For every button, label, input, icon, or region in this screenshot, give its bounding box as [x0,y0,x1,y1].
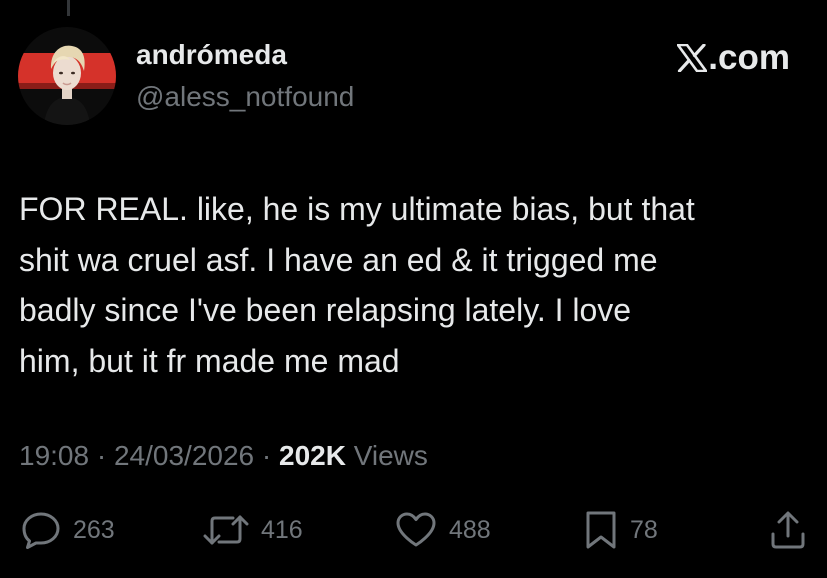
bookmark-icon [586,511,616,549]
like-button[interactable]: 488 [395,510,491,550]
bookmark-count: 78 [630,515,658,544]
x-logo-icon [677,44,708,72]
avatar[interactable] [18,27,116,125]
tweet-time[interactable]: 19:08 [19,440,89,471]
views-label: Views [345,440,428,471]
repost-count: 416 [261,515,303,544]
tweet-date[interactable]: 24/03/2026 [114,440,254,471]
brand-domain-label: .com [708,38,790,77]
brand-watermark: .com [677,38,790,78]
like-count: 488 [449,515,491,544]
share-icon [771,511,805,549]
action-bar: 263 416 488 78 [0,510,827,550]
meta-separator: · [89,440,114,471]
bookmark-button[interactable]: 78 [584,510,658,550]
thread-connector-line [67,0,70,16]
meta-separator: · [254,440,279,471]
repost-icon [203,515,249,545]
reply-button[interactable]: 263 [21,510,115,550]
author-display-name[interactable]: andrómeda [136,38,287,72]
tweet-meta: 19:08 · 24/03/2026 · 202K Views [19,438,428,474]
heart-icon [396,512,436,547]
avatar-image [18,27,116,125]
share-button[interactable] [769,510,807,550]
reply-icon [22,512,60,549]
views-count[interactable]: 202K [279,440,346,471]
reply-count: 263 [73,515,115,544]
repost-button[interactable]: 416 [203,510,303,550]
author-handle[interactable]: @aless_notfound [136,80,354,114]
tweet-text: FOR REAL. like, he is my ultimate bias, … [19,191,695,379]
